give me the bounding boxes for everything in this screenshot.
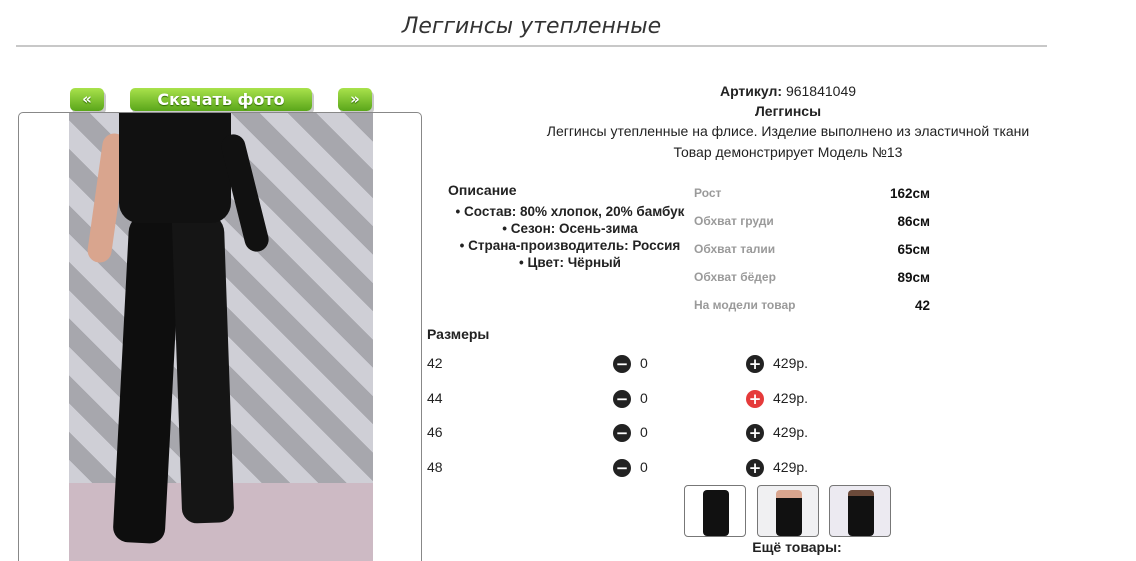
param-value: 162см [889,186,930,201]
size-label: 46 [427,424,443,440]
minus-icon[interactable]: − [613,459,631,477]
price: 429р. [773,355,809,371]
prev-photo-button[interactable]: « [70,88,104,111]
description-item: Цвет: Чёрный [440,254,700,271]
more-products-label: Ещё товары: [752,539,842,555]
size-row: 44 − 0 + 429р. [427,390,827,412]
param-row: Обхват груди 86см [694,214,930,242]
model-note: Товар демонстрирует Модель №13 [673,144,903,160]
download-photo-button[interactable]: Скачать фото [130,88,312,111]
size-label: 42 [427,355,443,371]
description-list: Состав: 80% хлопок, 20% бамбук Сезон: Ос… [440,203,700,271]
next-photo-button[interactable]: » [338,88,372,111]
related-product-thumb[interactable] [684,485,746,537]
param-row: Рост 162см [694,186,930,214]
product-photo-frame [18,112,422,561]
minus-icon[interactable]: − [613,390,631,408]
size-row: 42 − 0 + 429р. [427,355,827,377]
param-value: 89см [897,270,930,285]
description-title: Описание [448,182,517,198]
model-params-table: Рост 162см Обхват груди 86см Обхват тали… [694,186,930,326]
param-label: Рост [694,186,722,200]
size-label: 44 [427,390,443,406]
param-row: Обхват талии 65см [694,242,930,270]
price: 429р. [773,424,809,440]
model-figure [86,113,272,553]
page-title: Леггинсы утепленные [401,14,662,39]
article-value: 961841049 [785,83,857,99]
price: 429р. [773,459,809,475]
quantity-value: 0 [640,459,648,475]
plus-icon[interactable]: + [746,459,764,477]
price: 429р. [773,390,809,406]
product-type: Леггинсы [754,103,822,119]
param-label: Обхват груди [694,214,774,228]
size-row: 48 − 0 + 429р. [427,459,827,481]
related-product-thumb[interactable] [829,485,891,537]
related-product-thumb[interactable] [757,485,819,537]
param-row: Обхват бёдер 89см [694,270,930,298]
quantity-value: 0 [640,424,648,440]
plus-icon[interactable]: + [746,390,764,408]
plus-icon[interactable]: + [746,424,764,442]
product-description: Леггинсы утепленные на флисе. Изделие вы… [546,123,1030,139]
sizes-title: Размеры [427,326,490,342]
param-label: Обхват бёдер [694,270,776,284]
param-row: На модели товар 42 [694,298,930,326]
param-value: 65см [897,242,930,257]
minus-icon[interactable]: − [613,424,631,442]
size-row: 46 − 0 + 429р. [427,424,827,446]
description-item: Страна-производитель: Россия [440,237,700,254]
param-value: 42 [914,298,930,313]
quantity-value: 0 [640,390,648,406]
size-label: 48 [427,459,443,475]
param-label: Обхват талии [694,242,776,256]
param-label: На модели товар [694,298,796,312]
param-value: 86см [897,214,930,229]
article-label: Артикул: [719,83,783,99]
description-item: Состав: 80% хлопок, 20% бамбук [440,203,700,220]
description-item: Сезон: Осень-зима [440,220,700,237]
article-line: Артикул: 961841049 [430,83,1136,99]
minus-icon[interactable]: − [613,355,631,373]
plus-icon[interactable]: + [746,355,764,373]
title-divider [16,45,1047,47]
quantity-value: 0 [640,355,648,371]
